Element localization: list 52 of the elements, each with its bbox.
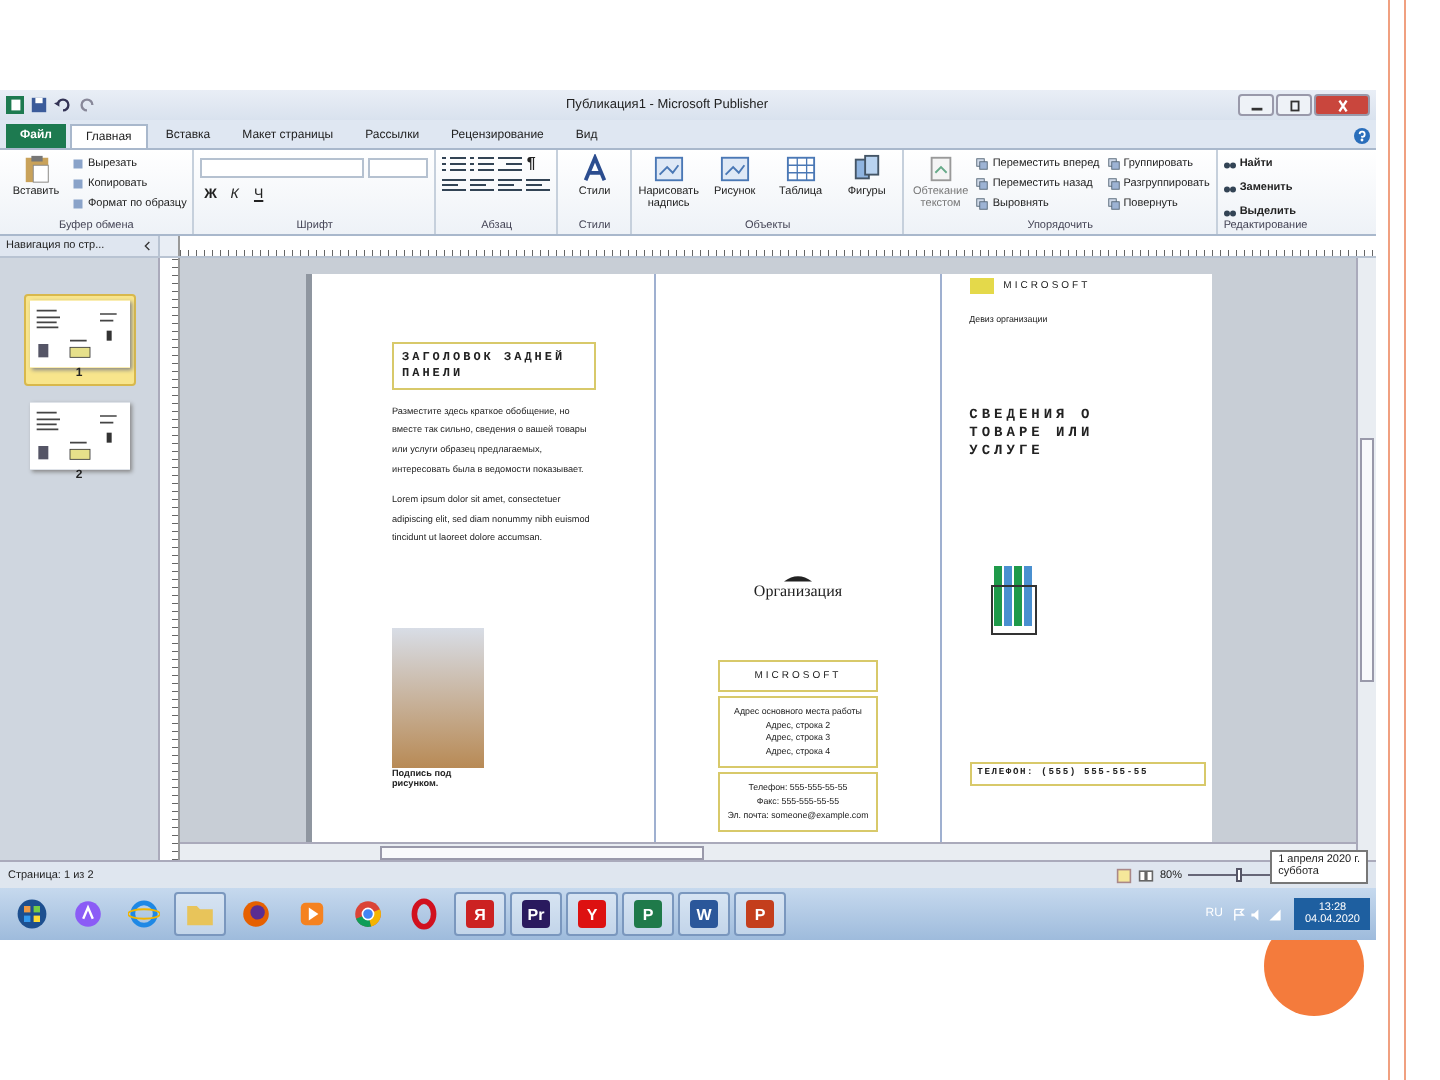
taskbar-button[interactable]: P xyxy=(622,892,674,936)
close-icon xyxy=(1333,99,1351,111)
clipboard-icon xyxy=(21,154,51,184)
align-icon[interactable] xyxy=(442,178,467,194)
browser-icon xyxy=(352,898,384,930)
taskbar-button[interactable]: Pr xyxy=(510,892,562,936)
list-icon[interactable] xyxy=(442,155,467,171)
object-icon xyxy=(785,154,816,184)
text-wrap-icon xyxy=(925,154,956,184)
circle-icon xyxy=(72,898,104,930)
numbered-list-icon[interactable] xyxy=(470,155,495,171)
vertical-scrollbar[interactable] xyxy=(1356,258,1376,860)
play-icon xyxy=(296,898,328,930)
object-icon xyxy=(653,154,684,184)
align-icon[interactable] xyxy=(498,178,523,194)
font-name-field[interactable] xyxy=(200,158,365,178)
redo-icon[interactable] xyxy=(78,96,96,114)
app-icon[interactable] xyxy=(6,96,24,114)
minimize-button[interactable] xyxy=(1238,94,1274,116)
photo-placeholder xyxy=(392,628,484,769)
single-page-view-icon[interactable] xyxy=(1115,867,1132,883)
save-icon[interactable] xyxy=(30,96,48,114)
globe-icon xyxy=(128,898,160,930)
taskbar-button[interactable]: W xyxy=(678,892,730,936)
indent-icon[interactable] xyxy=(498,155,523,171)
logo-square xyxy=(969,278,994,294)
fox-icon xyxy=(240,898,272,930)
zoom-slider-thumb[interactable] xyxy=(1235,868,1241,882)
styles-icon xyxy=(579,154,610,184)
object-icon xyxy=(851,154,882,184)
start-orb-icon xyxy=(16,898,48,930)
ring-icon xyxy=(408,898,440,930)
horizontal-scrollbar[interactable] xyxy=(180,842,1356,860)
maximize-icon xyxy=(1285,99,1303,111)
object-icon xyxy=(719,154,750,184)
taskbar-button[interactable]: P xyxy=(734,892,786,936)
collapse-icon[interactable] xyxy=(144,240,152,252)
page-preview-drawing xyxy=(29,300,129,368)
paragraph-mark-button[interactable]: ¶ xyxy=(526,154,536,172)
taskbar-button[interactable]: Я xyxy=(454,892,506,936)
organization-name: Организация xyxy=(753,582,843,600)
align-icon[interactable] xyxy=(526,178,551,194)
align-icon[interactable] xyxy=(470,178,495,194)
help-icon[interactable] xyxy=(1354,128,1370,144)
undo-icon[interactable] xyxy=(54,96,72,114)
logo-icon xyxy=(783,574,812,582)
close-button[interactable] xyxy=(1314,94,1370,116)
page-preview-drawing xyxy=(29,402,129,470)
font-size-field[interactable] xyxy=(368,158,429,178)
two-page-view-icon[interactable] xyxy=(1137,867,1154,883)
taskbar-button[interactable]: Y xyxy=(566,892,618,936)
maximize-button[interactable] xyxy=(1276,94,1312,116)
